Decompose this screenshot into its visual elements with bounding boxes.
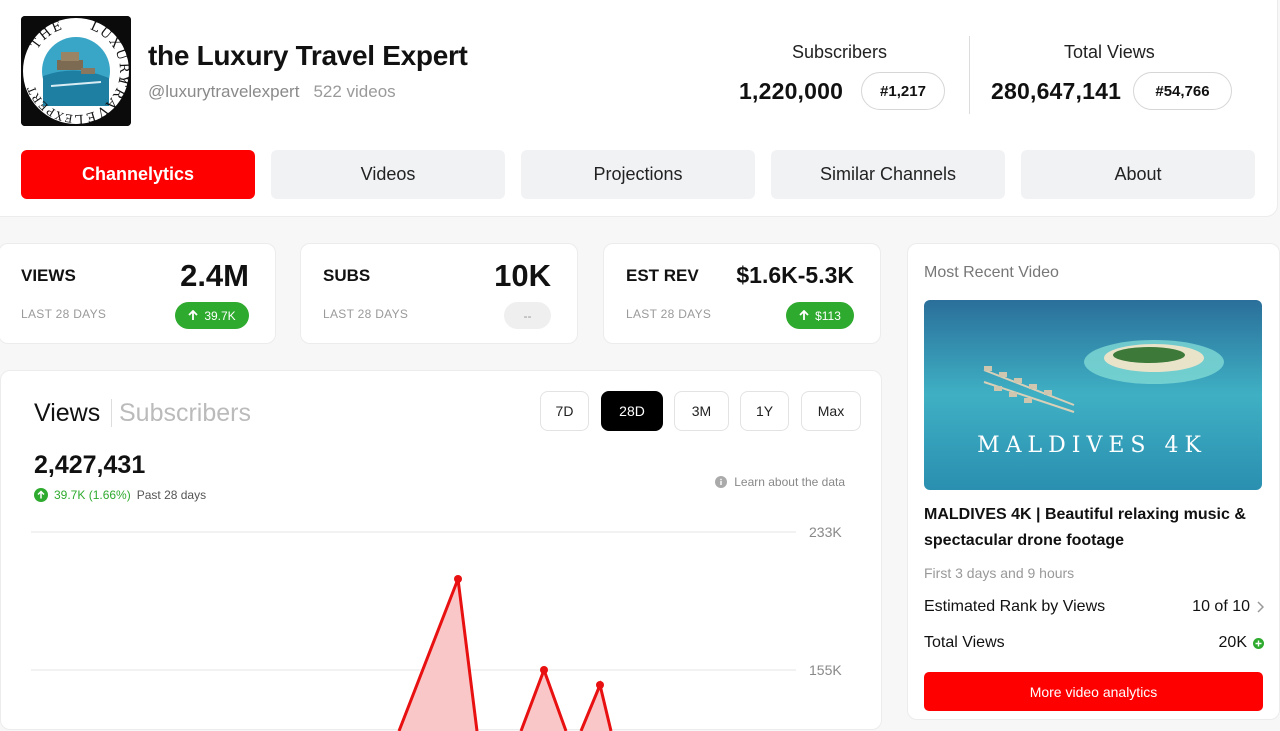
metric-label: VIEWS [21, 266, 76, 285]
range-max-button[interactable]: Max [801, 391, 861, 431]
tab-videos[interactable]: Videos [271, 150, 505, 199]
views-change-value: 39.7K (1.66%) [54, 488, 131, 502]
views-area-chart: 233K 155K [31, 524, 842, 731]
estimated-rank-value: 10 of 10 [1192, 598, 1250, 615]
data-point[interactable] [540, 666, 548, 674]
metric-period: LAST 28 DAYS [626, 307, 712, 321]
metric-label: SUBS [323, 266, 371, 285]
metric-card-revenue: EST REV $1.6K-5.3K LAST 28 DAYS $113 [603, 243, 881, 344]
recent-video-heading: Most Recent Video [924, 264, 1059, 281]
total-views-label: Total Views [1064, 42, 1155, 62]
metric-change-value: -- [523, 308, 532, 323]
chart-tab-subscribers[interactable]: Subscribers [119, 399, 251, 428]
views-change-row: 39.7K (1.66%) Past 28 days [34, 488, 206, 502]
y-tick-label: 155K [809, 662, 842, 678]
metric-change-value: $113 [815, 308, 841, 323]
channel-avatar[interactable]: LUXURY THE TRAVEL EXPERT [21, 16, 131, 126]
y-tick-label: 233K [809, 524, 842, 540]
video-thumbnail[interactable]: MALDIVES 4K [924, 300, 1262, 490]
recent-total-views-value: 20K [1218, 634, 1247, 651]
total-views-row: Total Views 20K [924, 634, 1264, 652]
views-change-period: Past 28 days [136, 488, 207, 502]
range-3m-button[interactable]: 3M [674, 391, 729, 431]
subscribers-value: 1,220,000 [739, 78, 844, 104]
chart-tab-separator [111, 399, 112, 427]
metric-value: 2.4M [180, 258, 249, 293]
metric-change-badge: 39.7K [175, 302, 249, 329]
learn-about-data-text: Learn about the data [734, 475, 845, 489]
info-icon [715, 476, 728, 488]
subscribers-rank-pill[interactable]: #1,217 [861, 72, 945, 110]
estimated-rank-value-wrap: 10 of 10 [1192, 598, 1264, 616]
data-point[interactable] [454, 575, 462, 583]
plus-circle-icon [1253, 637, 1264, 649]
metric-change-badge: $113 [786, 302, 854, 329]
total-views-value: 280,647,141 [991, 78, 1122, 104]
range-7d-button[interactable]: 7D [540, 391, 589, 431]
chevron-right-icon [1257, 601, 1264, 613]
channel-handle[interactable]: @luxurytravelexpert [148, 82, 299, 102]
data-point[interactable] [596, 681, 604, 689]
metric-card-subs: SUBS 10K LAST 28 DAYS -- [300, 243, 578, 344]
views-total: 2,427,431 [34, 451, 146, 479]
metric-value: 10K [494, 258, 551, 293]
area-fill [521, 670, 566, 731]
tab-channelytics[interactable]: Channelytics [21, 150, 255, 199]
learn-about-data-link[interactable]: Learn about the data [715, 475, 845, 489]
arrow-up-circle-icon [34, 488, 48, 502]
channel-tabs: Channelytics Videos Projections Similar … [21, 150, 1255, 199]
range-1y-button[interactable]: 1Y [740, 391, 789, 431]
recent-total-views-value-wrap: 20K [1219, 634, 1264, 652]
metric-label: EST REV [626, 266, 699, 285]
arrow-up-icon [799, 310, 809, 320]
metric-change-badge: -- [504, 302, 551, 329]
recent-video-age: First 3 days and 9 hours [924, 565, 1075, 581]
more-video-analytics-button[interactable]: More video analytics [924, 672, 1263, 711]
thumbnail-text: MALDIVES 4K [977, 433, 1207, 458]
recent-video-title[interactable]: MALDIVES 4K | Beautiful relaxing music &… [924, 502, 1264, 554]
channel-meta: @luxurytravelexpert 522 videos [148, 82, 396, 102]
video-count: 522 videos [313, 82, 396, 101]
subscribers-label: Subscribers [792, 42, 888, 62]
metric-change-value: 39.7K [204, 308, 236, 323]
tab-similar-channels[interactable]: Similar Channels [771, 150, 1005, 199]
estimated-rank-row[interactable]: Estimated Rank by Views 10 of 10 [924, 598, 1264, 616]
views-rank-pill[interactable]: #54,766 [1133, 72, 1232, 110]
range-28d-button[interactable]: 28D [601, 391, 663, 431]
area-fill [399, 579, 477, 731]
tab-about[interactable]: About [1021, 150, 1255, 199]
recent-total-views-label: Total Views [924, 634, 1005, 651]
arrow-up-icon [188, 310, 198, 320]
channel-header: LUXURY THE TRAVEL EXPERT the Luxury Trav… [0, 0, 1278, 217]
views-chart-card: Views Subscribers 7D 28D 3M 1Y Max 2,427… [0, 370, 882, 731]
chart-tab-views[interactable]: Views [34, 399, 100, 428]
most-recent-video-card: Most Recent Video MALDIVES 4K MALDIVES 4… [907, 243, 1280, 720]
metric-card-views: VIEWS 2.4M LAST 28 DAYS 39.7K [0, 243, 276, 344]
metric-value: $1.6K-5.3K [736, 262, 854, 288]
stats-divider [969, 36, 970, 114]
channel-title: the Luxury Travel Expert [148, 40, 468, 71]
metric-period: LAST 28 DAYS [323, 307, 409, 321]
metric-period: LAST 28 DAYS [21, 307, 107, 321]
estimated-rank-label: Estimated Rank by Views [924, 598, 1106, 615]
tab-projections[interactable]: Projections [521, 150, 755, 199]
